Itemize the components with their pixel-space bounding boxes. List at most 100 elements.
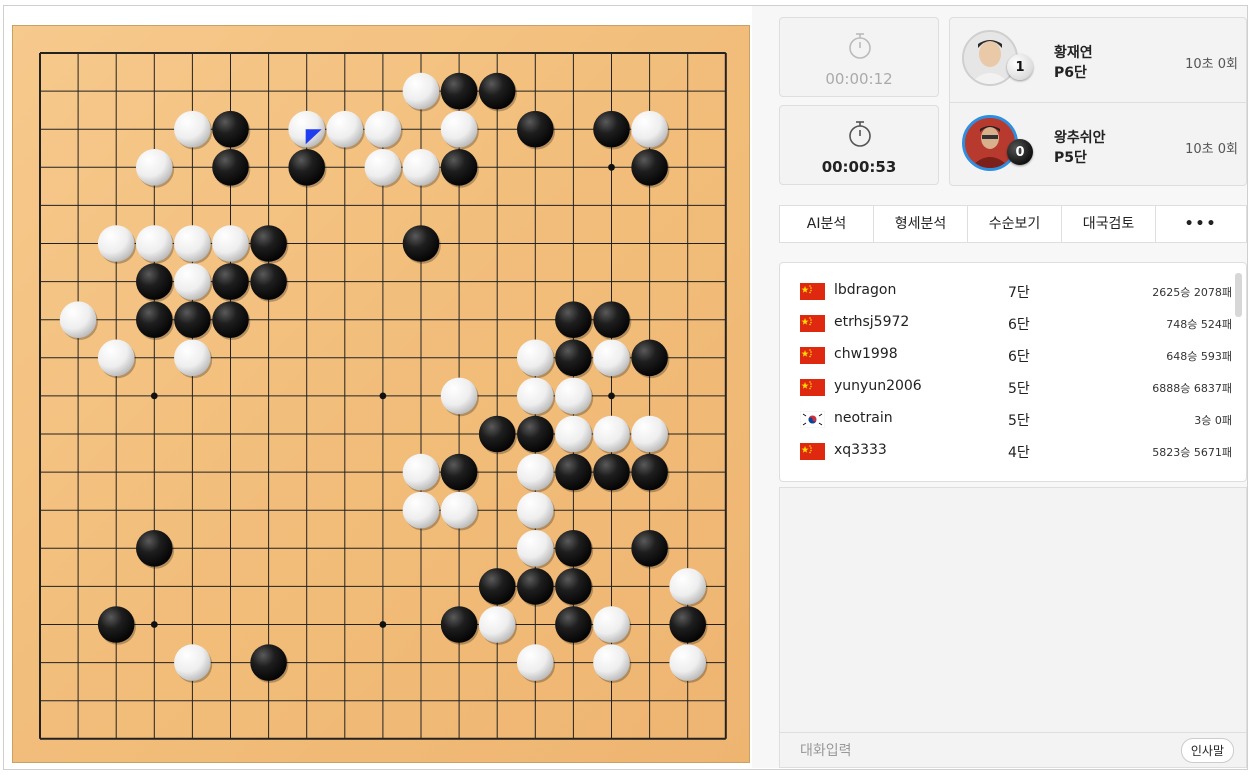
- list-item[interactable]: yunyun2006 5단 6888승 6837패: [780, 373, 1246, 405]
- tab-game-review[interactable]: 대국검토: [1062, 206, 1156, 242]
- tab-position-analysis[interactable]: 형세분석: [874, 206, 968, 242]
- china-flag-icon: [800, 443, 825, 460]
- black-stone: [478, 72, 516, 110]
- black-stone: [212, 110, 249, 148]
- china-flag-icon: [800, 379, 825, 396]
- black-stone: [174, 301, 211, 339]
- white-stone: [364, 149, 402, 186]
- black-stone: [517, 568, 554, 605]
- white-stone: [440, 377, 478, 415]
- black-stone: [440, 72, 478, 110]
- white-stone: [174, 110, 211, 148]
- list-item[interactable]: etrhsj5972 6단 748승 524패: [780, 309, 1246, 341]
- timer-bottom: 00:00:53: [779, 105, 939, 185]
- china-flag-icon: [800, 347, 825, 364]
- black-stone: [136, 301, 173, 339]
- white-stone: [517, 453, 554, 491]
- white-stone: [631, 415, 668, 453]
- list-item[interactable]: xq3333 4단 5823승 5671패: [780, 437, 1246, 469]
- white-stone: [555, 377, 592, 415]
- black-stone: [631, 149, 668, 186]
- list-item[interactable]: lbdragon 7단 2625승 2078패: [780, 277, 1246, 309]
- chat-input-bar[interactable]: 대화입력 인사말: [780, 732, 1246, 767]
- white-stone: [174, 644, 211, 681]
- observer-name: xq3333: [834, 442, 887, 458]
- star-point: [608, 392, 615, 400]
- list-scrollbar[interactable]: [1235, 273, 1242, 317]
- player-white[interactable]: 1 황재연 P6단 10초 0회: [950, 18, 1246, 102]
- black-stone: [97, 606, 135, 643]
- observer-record: 6888승 6837패: [1152, 382, 1232, 395]
- captures-badge: 0: [1007, 139, 1033, 165]
- china-flag-icon: [800, 283, 825, 300]
- white-stone: [402, 491, 440, 529]
- white-stone: [593, 644, 630, 681]
- timer-bottom-value: 00:00:53: [821, 158, 897, 176]
- observer-record: 648승 593패: [1166, 350, 1232, 363]
- white-stone: [517, 530, 554, 567]
- analysis-tabs: AI분석 형세분석 수순보기 대국검토 •••: [779, 205, 1247, 243]
- white-stone: [402, 72, 440, 110]
- observer-rank: 4단: [1008, 445, 1030, 461]
- black-stone: [440, 606, 478, 643]
- white-stone: [402, 453, 440, 491]
- more-menu-icon[interactable]: •••: [1156, 206, 1246, 242]
- black-stone: [250, 644, 287, 681]
- go-board[interactable]: [13, 26, 749, 762]
- white-stone: [174, 263, 211, 300]
- black-stone: [593, 453, 630, 491]
- white-stone: [593, 339, 630, 377]
- player-name: 왕추쉬안: [1054, 130, 1106, 146]
- observer-rank: 7단: [1008, 285, 1030, 301]
- white-stone: [364, 110, 402, 148]
- black-stone: [593, 301, 630, 339]
- player-black[interactable]: 0 왕추쉬안 P5단 10초 0회: [950, 102, 1246, 187]
- player-name: 황재연: [1054, 45, 1093, 61]
- tab-move-sequence[interactable]: 수순보기: [968, 206, 1062, 242]
- chat-input[interactable]: 대화입력: [800, 740, 852, 760]
- black-stone: [440, 149, 478, 186]
- stopwatch-icon: [849, 33, 871, 59]
- black-stone: [250, 263, 287, 300]
- player-rank: P5단: [1054, 150, 1087, 166]
- player-panel: 1 황재연 P6단 10초 0회 0 왕추쉬안 P5단 10초 0회: [949, 17, 1247, 186]
- black-stone: [136, 530, 173, 567]
- go-board-panel[interactable]: [12, 25, 750, 763]
- black-stone: [212, 149, 249, 186]
- black-stone: [631, 339, 668, 377]
- observer-rank: 6단: [1008, 349, 1030, 365]
- black-stone: [555, 339, 592, 377]
- black-stone: [288, 149, 326, 186]
- black-stone: [555, 530, 592, 567]
- observer-record: 3승 0패: [1194, 414, 1232, 427]
- black-stone: [402, 225, 440, 262]
- black-stone: [478, 568, 516, 605]
- white-stone: [174, 339, 211, 377]
- observer-name: chw1998: [834, 346, 898, 362]
- black-stone: [669, 606, 706, 643]
- observer-rank: 5단: [1008, 381, 1030, 397]
- white-stone: [136, 225, 173, 262]
- white-stone: [478, 606, 516, 643]
- black-stone: [517, 110, 554, 148]
- observer-name: neotrain: [834, 410, 893, 426]
- observer-list[interactable]: lbdragon 7단 2625승 2078패 etrhsj5972 6단 74…: [779, 262, 1247, 482]
- observer-record: 748승 524패: [1166, 318, 1232, 331]
- white-stone: [440, 491, 478, 529]
- black-stone: [631, 453, 668, 491]
- white-stone: [326, 110, 364, 148]
- white-stone: [174, 225, 211, 262]
- list-item[interactable]: neotrain 5단 3승 0패: [780, 405, 1246, 437]
- greeting-button[interactable]: 인사말: [1180, 738, 1234, 763]
- white-stone: [97, 225, 135, 262]
- tab-ai-analysis[interactable]: AI분석: [780, 206, 874, 242]
- timer-top-value: 00:00:12: [825, 70, 893, 88]
- white-stone: [517, 339, 554, 377]
- list-item[interactable]: chw1998 6단 648승 593패: [780, 341, 1246, 373]
- star-point: [608, 163, 615, 171]
- black-stone: [555, 301, 592, 339]
- player-photo-icon: [964, 32, 1016, 84]
- white-stone: [669, 644, 706, 681]
- observer-rank: 6단: [1008, 317, 1030, 333]
- white-stone: [517, 644, 554, 681]
